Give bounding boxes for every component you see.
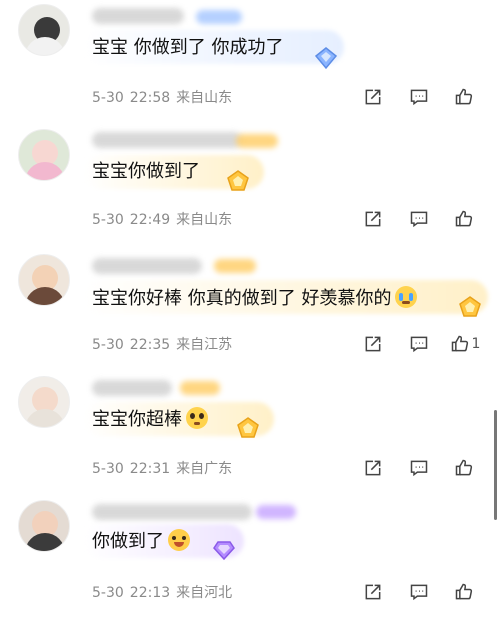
comment-text: 宝宝你超棒 [92, 407, 208, 432]
like-button[interactable] [442, 579, 488, 605]
comment-date: 5-30 [92, 337, 124, 353]
smiling-emoji-icon [168, 529, 190, 551]
avatar[interactable] [18, 376, 70, 428]
user-badge [180, 381, 220, 395]
like-button[interactable] [442, 206, 488, 232]
thumbs-up-icon [455, 88, 473, 105]
avatar[interactable] [18, 4, 70, 56]
comment-meta: 5-30 22:58 来自山东 [92, 87, 238, 107]
user-badge [236, 134, 278, 148]
comment-location: 来自江苏 [176, 337, 233, 353]
share-icon [365, 584, 381, 600]
like-count: 1 [471, 336, 481, 352]
comment-text: 宝宝 你做到了 你成功了 [92, 37, 284, 58]
share-icon [365, 460, 381, 476]
comment-item: 宝宝你好棒 你真的做到了 好羡慕你的 5-30 22:35 来自江苏 1 [0, 248, 500, 372]
comment-location: 来自山东 [176, 212, 233, 228]
purple-gem-icon [213, 541, 235, 561]
comment-meta: 5-30 22:31 来自广东 [92, 458, 238, 478]
avatar[interactable] [18, 129, 70, 181]
comment-item: 你做到了 5-30 22:13 来自河北 [0, 494, 500, 625]
reply-button[interactable] [396, 579, 442, 605]
diamond-badge-icon [314, 47, 338, 70]
comment-text: 宝宝你做到了 [92, 161, 200, 182]
comment-icon [410, 584, 428, 601]
reply-button[interactable] [396, 331, 442, 357]
username[interactable] [92, 132, 242, 148]
like-button[interactable] [442, 84, 488, 110]
comment-item: 宝宝 你做到了 你成功了 5-30 22:58 来自山东 [0, 0, 500, 125]
comment-text-content: 宝宝你超棒 [92, 409, 182, 430]
pentagon-badge-icon [459, 296, 481, 317]
share-button[interactable] [350, 84, 396, 110]
avatar[interactable] [18, 254, 70, 306]
comment-text: 你做到了 [92, 529, 190, 554]
comment-text-content: 你做到了 [92, 531, 164, 552]
comment-actions: 1 [350, 331, 488, 357]
comment-time: 22:49 [129, 212, 171, 228]
comment-actions [350, 455, 488, 481]
thumbs-up-icon [455, 459, 473, 476]
thumbs-up-icon [455, 583, 473, 600]
comment-actions [350, 579, 488, 605]
reply-button[interactable] [396, 455, 442, 481]
comment-meta: 5-30 22:35 来自江苏 [92, 334, 238, 354]
comment-text: 宝宝你好棒 你真的做到了 好羡慕你的 [92, 286, 418, 311]
comment-meta: 5-30 22:13 来自河北 [92, 582, 238, 602]
comment-date: 5-30 [92, 212, 124, 228]
pleading-emoji-icon [186, 407, 208, 429]
comment-location: 来自河北 [176, 585, 233, 601]
comment-location: 来自山东 [176, 90, 233, 106]
comment-meta: 5-30 22:49 来自山东 [92, 209, 238, 229]
scrollbar[interactable] [494, 410, 497, 520]
comment-icon [410, 460, 428, 477]
comment-actions [350, 206, 488, 232]
avatar[interactable] [18, 500, 70, 552]
comment-date: 5-30 [92, 461, 124, 477]
comment-date: 5-30 [92, 585, 124, 601]
thumbs-up-icon [455, 210, 473, 227]
share-button[interactable] [350, 331, 396, 357]
like-button[interactable] [442, 455, 488, 481]
comment-icon [410, 89, 428, 106]
comment-time: 22:31 [129, 461, 171, 477]
comment-location: 来自广东 [176, 461, 233, 477]
username[interactable] [92, 380, 172, 396]
share-icon [365, 89, 381, 105]
user-badge [214, 259, 256, 273]
share-button[interactable] [350, 579, 396, 605]
reply-button[interactable] [396, 206, 442, 232]
comment-date: 5-30 [92, 90, 124, 106]
comment-time: 22:35 [129, 337, 171, 353]
username[interactable] [92, 8, 184, 24]
share-button[interactable] [350, 206, 396, 232]
user-badge [256, 505, 296, 519]
pentagon-badge-icon [237, 417, 259, 438]
pentagon-badge-icon [227, 170, 249, 191]
comment-icon [410, 211, 428, 228]
comment-actions [350, 84, 488, 110]
share-icon [365, 336, 381, 352]
username[interactable] [92, 504, 252, 520]
crying-emoji-icon [395, 286, 418, 308]
like-button[interactable]: 1 [442, 331, 488, 357]
thumbs-up-icon [451, 335, 468, 352]
comment-item: 宝宝你做到了 5-30 22:49 来自山东 [0, 125, 500, 248]
user-badge [196, 10, 242, 24]
comment-icon [410, 336, 428, 353]
comment-text-content: 宝宝你好棒 你真的做到了 好羡慕你的 [92, 288, 392, 309]
comment-item: 宝宝你超棒 5-30 22:31 来自广东 [0, 372, 500, 494]
comment-time: 22:13 [129, 585, 171, 601]
share-icon [365, 211, 381, 227]
reply-button[interactable] [396, 84, 442, 110]
comment-time: 22:58 [129, 90, 171, 106]
share-button[interactable] [350, 455, 396, 481]
username[interactable] [92, 258, 202, 274]
